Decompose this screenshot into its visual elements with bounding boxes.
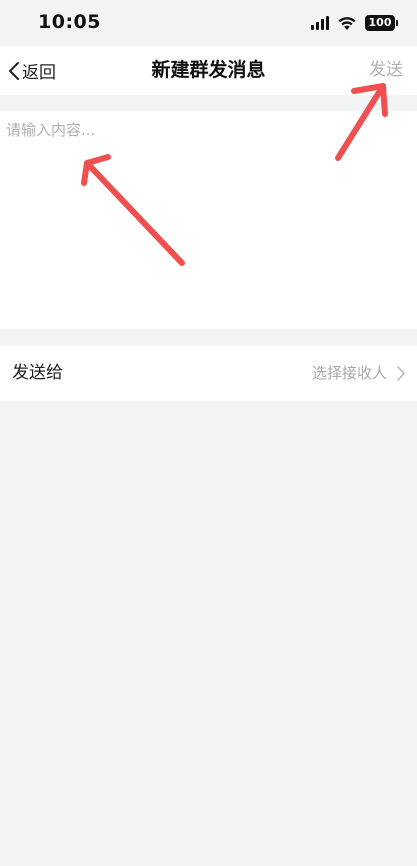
status-bar: 10:05 100 <box>0 0 417 46</box>
status-time: 10:05 <box>38 11 101 33</box>
chevron-right-icon <box>397 366 405 381</box>
recipient-value: 选择接收人 <box>311 364 387 382</box>
status-icons: 100 <box>311 14 398 32</box>
send-button[interactable]: 发送 <box>369 46 403 95</box>
nav-bar: 返回 新建群发消息 发送 <box>0 46 417 95</box>
compose-area <box>0 111 417 329</box>
back-label: 返回 <box>22 63 56 83</box>
chevron-left-icon <box>9 61 19 80</box>
signal-icon <box>311 16 329 30</box>
recipient-row[interactable]: 发送给 选择接收人 <box>0 346 417 401</box>
back-button[interactable]: 返回 <box>8 46 56 95</box>
page-title: 新建群发消息 <box>151 59 266 81</box>
message-input[interactable] <box>0 111 417 329</box>
battery-icon: 100 <box>365 15 398 31</box>
recipient-label: 发送给 <box>12 363 63 383</box>
wifi-icon <box>338 16 356 30</box>
